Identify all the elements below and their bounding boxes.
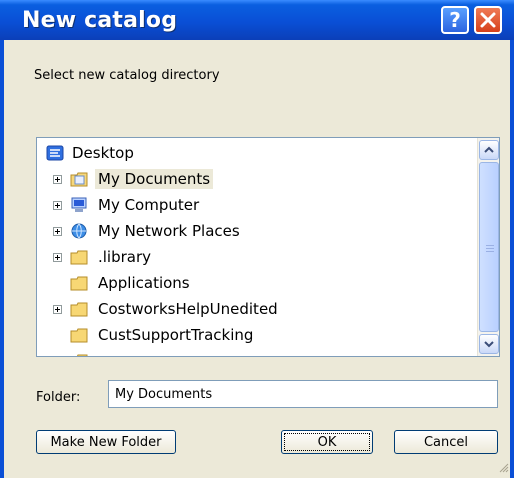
tree-item-label: CostworksHelpUnedited — [98, 300, 278, 318]
tree-item-label: CustSupportTracking — [98, 326, 254, 344]
tree-item-library[interactable]: .library — [37, 244, 477, 270]
folder-tree[interactable]: Desktop My Documents My Computer My Netw… — [36, 137, 500, 357]
tree-item-partial — [37, 348, 477, 356]
folder-tree-list: Desktop My Documents My Computer My Netw… — [37, 138, 477, 356]
cancel-button[interactable]: Cancel — [394, 430, 498, 454]
desktop-icon — [46, 145, 64, 161]
expand-icon[interactable] — [53, 253, 62, 262]
chevron-up-icon — [484, 146, 494, 153]
scroll-up-button[interactable] — [479, 140, 499, 160]
expand-icon[interactable] — [53, 201, 62, 210]
folder-label: Folder: — [36, 390, 81, 405]
tree-item-applications[interactable]: Applications — [37, 270, 477, 296]
ok-button[interactable]: OK — [281, 430, 373, 454]
folder-input[interactable] — [108, 380, 498, 408]
folder-icon — [70, 276, 88, 291]
title-bar[interactable]: New catalog ? — [0, 0, 514, 40]
folder-icon — [76, 354, 88, 356]
folder-icon — [70, 328, 88, 343]
tree-item-label: Applications — [98, 274, 190, 292]
instruction-text: Select new catalog directory — [34, 68, 220, 83]
scrollbar-grip — [486, 248, 494, 249]
my-computer-icon — [71, 197, 87, 212]
folder-icon — [70, 302, 88, 317]
window-border-left — [0, 40, 4, 478]
tree-item-costworkshelpunedited[interactable]: CostworksHelpUnedited — [37, 296, 477, 322]
scroll-down-button[interactable] — [479, 334, 499, 354]
close-button[interactable] — [474, 6, 502, 34]
tree-item-label: My Documents — [95, 169, 214, 189]
tree-item-desktop[interactable]: Desktop — [37, 140, 477, 166]
help-button[interactable]: ? — [441, 6, 469, 34]
network-places-icon — [71, 223, 87, 239]
scrollbar-thumb[interactable] — [479, 162, 499, 332]
tree-item-my-network-places[interactable]: My Network Places — [37, 218, 477, 244]
close-icon — [480, 12, 496, 28]
chevron-down-icon — [484, 341, 494, 348]
folder-icon — [70, 250, 88, 265]
help-icon: ? — [449, 8, 461, 32]
tree-item-my-documents[interactable]: My Documents — [37, 166, 477, 192]
tree-item-my-computer[interactable]: My Computer — [37, 192, 477, 218]
expand-icon[interactable] — [53, 305, 62, 314]
tree-item-label: My Computer — [98, 196, 200, 214]
tree-item-custsupporttracking[interactable]: CustSupportTracking — [37, 322, 477, 348]
tree-item-label: Desktop — [72, 144, 134, 162]
window-title: New catalog — [22, 8, 178, 33]
tree-item-label: .library — [98, 248, 152, 266]
expand-icon[interactable] — [53, 227, 62, 236]
dialog-window: New catalog ? Select new catalog directo… — [0, 0, 514, 478]
make-new-folder-button[interactable]: Make New Folder — [36, 430, 176, 454]
scrollbar-grip — [486, 251, 494, 252]
resize-grip-icon[interactable] — [497, 461, 509, 473]
vertical-scrollbar[interactable] — [477, 138, 499, 356]
scrollbar-grip — [486, 245, 494, 246]
expand-icon[interactable] — [53, 175, 62, 184]
window-border-right — [510, 40, 514, 478]
tree-item-label: My Network Places — [98, 222, 240, 240]
my-documents-icon — [70, 172, 88, 187]
